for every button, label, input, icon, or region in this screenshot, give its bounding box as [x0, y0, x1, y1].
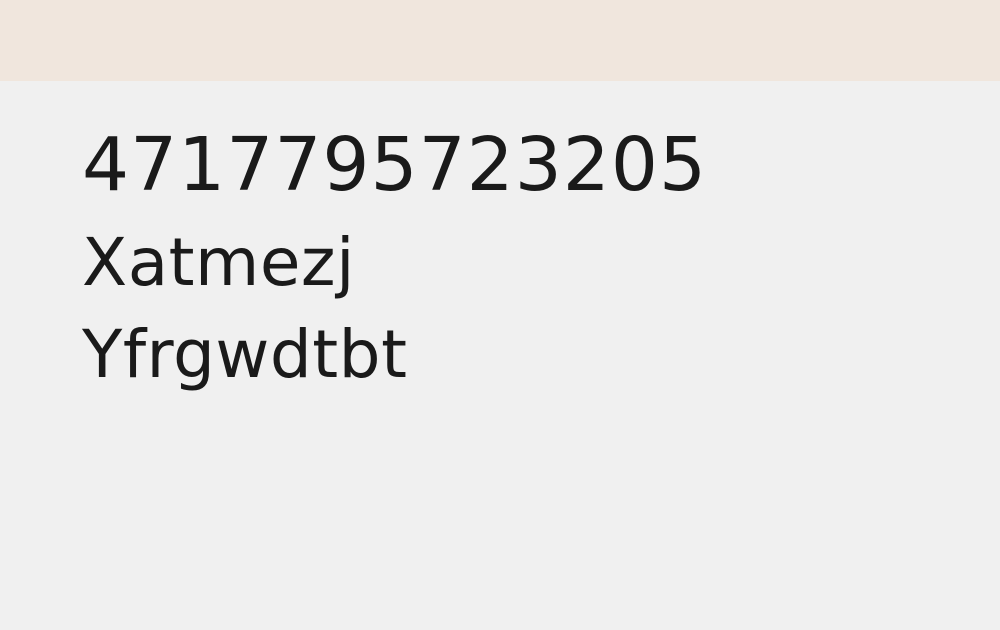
top-bar — [0, 0, 1000, 81]
second-text-line: Yfrgwdtbt — [82, 316, 408, 393]
first-text-line: Xatmezj — [82, 224, 355, 301]
content-area: 4717795723205 Xatmezj Yfrgwdtbt — [82, 128, 962, 388]
number-text: 4717795723205 — [82, 122, 708, 208]
